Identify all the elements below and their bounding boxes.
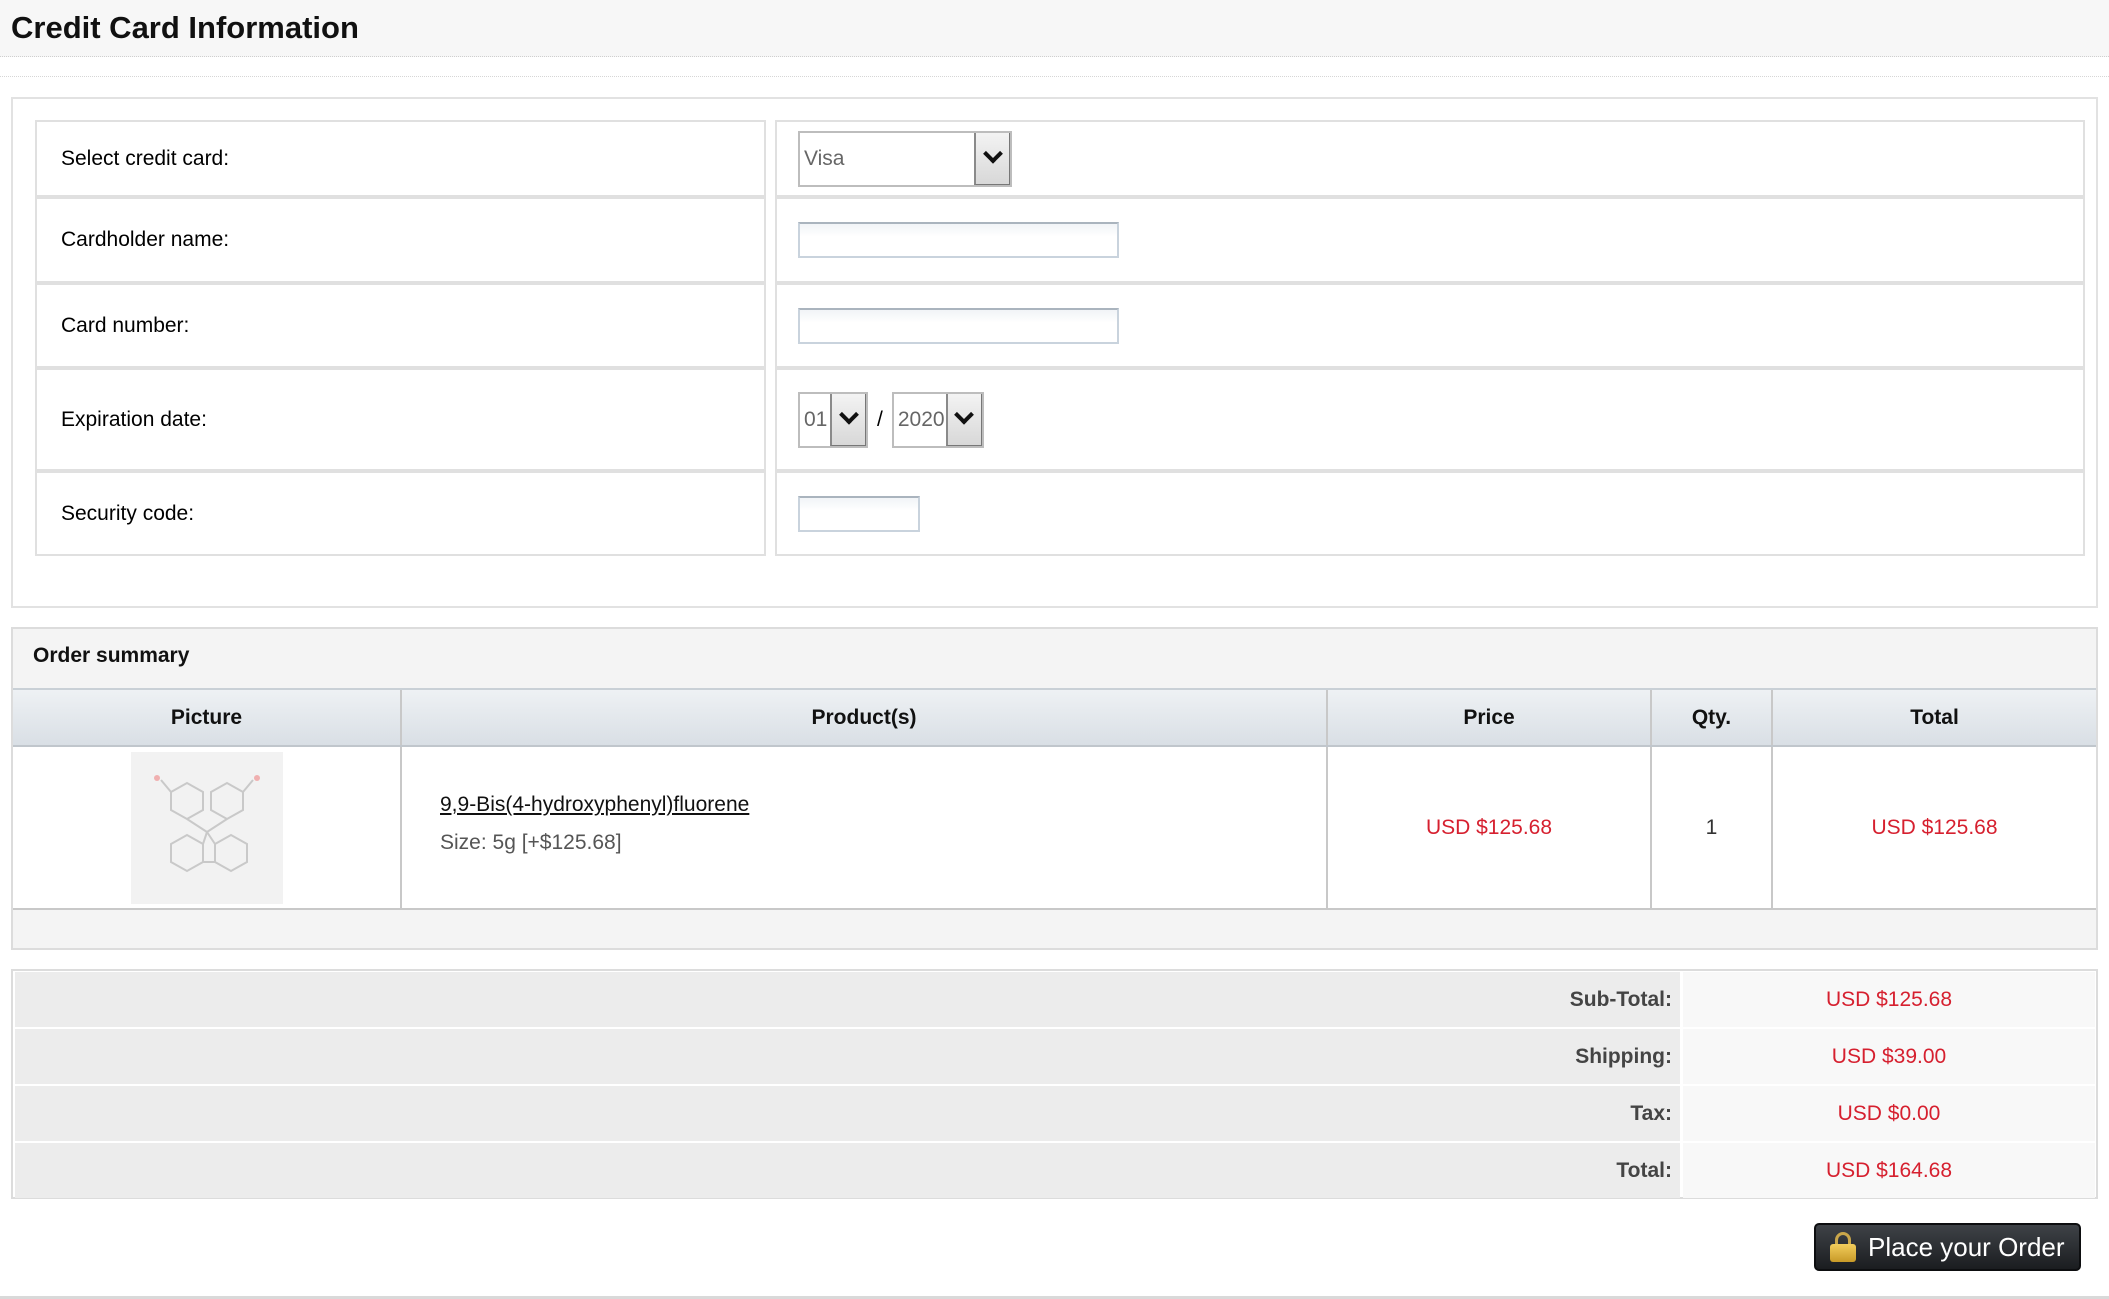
product-picture-cell bbox=[13, 747, 402, 908]
checkout-page: Credit Card Information Select credit ca… bbox=[0, 0, 2109, 1299]
card-number-input[interactable] bbox=[798, 307, 1119, 344]
total-label: Total: bbox=[15, 1143, 1680, 1198]
col-header-products: Product(s) bbox=[402, 690, 1328, 745]
expiration-cell: 01 / 2020 bbox=[775, 368, 2085, 471]
select-card-label: Select credit card: bbox=[35, 120, 766, 197]
chevron-down-icon[interactable] bbox=[945, 393, 982, 446]
select-card-cell: Visa bbox=[775, 120, 2085, 197]
exp-month-select[interactable]: 01 bbox=[798, 391, 868, 448]
lock-icon bbox=[1830, 1232, 1856, 1262]
order-table-header: Picture Product(s) Price Qty. Total bbox=[13, 688, 2096, 747]
col-header-qty: Qty. bbox=[1652, 690, 1773, 745]
table-row: 9,9-Bis(4-hydroxyphenyl)fluorene Size: 5… bbox=[13, 747, 2096, 910]
subtotal-row: Sub-Total: USD $125.68 bbox=[13, 971, 2096, 1028]
credit-card-select[interactable]: Visa bbox=[798, 130, 1012, 187]
tax-row: Tax: USD $0.00 bbox=[13, 1085, 2096, 1142]
col-header-picture: Picture bbox=[13, 690, 402, 745]
place-order-label: Place your Order bbox=[1868, 1231, 2065, 1262]
order-summary: Order summary Picture Product(s) Price Q… bbox=[11, 627, 2098, 950]
exp-year-select[interactable]: 2020 bbox=[891, 391, 984, 448]
product-price: USD $125.68 bbox=[1328, 747, 1652, 908]
order-summary-table: Picture Product(s) Price Qty. Total 9,9-… bbox=[13, 688, 2096, 910]
select-card-row: Select credit card: Visa bbox=[35, 120, 2085, 197]
exp-separator: / bbox=[877, 407, 883, 431]
molecule-structure-image bbox=[153, 774, 260, 872]
col-header-total: Total bbox=[1910, 705, 1959, 729]
card-number-label: Card number: bbox=[35, 283, 766, 368]
security-code-row: Security code: bbox=[35, 471, 2085, 556]
credit-card-form: Select credit card: Visa Cardholder name… bbox=[11, 97, 2098, 608]
tax-label: Tax: bbox=[15, 1086, 1680, 1141]
subtotal-value: USD $125.68 bbox=[1683, 972, 2095, 1027]
col-header-price: Price bbox=[1328, 690, 1652, 745]
security-code-cell bbox=[775, 471, 2085, 556]
shipping-value: USD $39.00 bbox=[1683, 1029, 2095, 1084]
shipping-row: Shipping: USD $39.00 bbox=[13, 1028, 2096, 1085]
cardholder-label: Cardholder name: bbox=[35, 197, 766, 283]
product-cell: 9,9-Bis(4-hydroxyphenyl)fluorene Size: 5… bbox=[402, 747, 1328, 908]
credit-card-select-value: Visa bbox=[804, 146, 845, 170]
expiration-row: Expiration date: 01 / 2020 bbox=[35, 368, 2085, 471]
security-code-label: Security code: bbox=[35, 471, 766, 556]
exp-year-value: 2020 bbox=[897, 407, 945, 431]
card-number-row: Card number: bbox=[35, 283, 2085, 368]
cardholder-name-input[interactable] bbox=[798, 222, 1119, 258]
cardholder-cell bbox=[775, 197, 2085, 283]
cardholder-row: Cardholder name: bbox=[35, 197, 2085, 283]
total-value: USD $164.68 bbox=[1683, 1143, 2095, 1198]
chevron-down-icon[interactable] bbox=[974, 132, 1010, 185]
subtotal-label: Sub-Total: bbox=[15, 972, 1680, 1027]
total-row: Total: USD $164.68 bbox=[13, 1142, 2096, 1199]
exp-month-value: 01 bbox=[804, 407, 828, 431]
page-title: Credit Card Information bbox=[11, 10, 359, 45]
security-code-input[interactable] bbox=[798, 495, 920, 532]
tax-value: USD $0.00 bbox=[1683, 1086, 2095, 1141]
product-image[interactable] bbox=[130, 751, 283, 904]
product-size: Size: 5g [+$125.68] bbox=[440, 831, 622, 854]
product-total: USD $125.68 bbox=[1871, 815, 1998, 839]
card-number-cell bbox=[775, 283, 2085, 368]
chevron-down-icon[interactable] bbox=[830, 393, 866, 446]
product-name-link[interactable]: 9,9-Bis(4-hydroxyphenyl)fluorene bbox=[440, 793, 749, 817]
order-totals: Sub-Total: USD $125.68 Shipping: USD $39… bbox=[11, 969, 2098, 1199]
shipping-label: Shipping: bbox=[15, 1029, 1680, 1084]
order-summary-title: Order summary bbox=[33, 644, 190, 667]
page-header: Credit Card Information bbox=[0, 0, 2109, 57]
header-divider bbox=[0, 76, 2109, 77]
place-order-button[interactable]: Place your Order bbox=[1814, 1223, 2081, 1271]
product-qty: 1 bbox=[1652, 747, 1773, 908]
expiration-label: Expiration date: bbox=[35, 368, 766, 471]
